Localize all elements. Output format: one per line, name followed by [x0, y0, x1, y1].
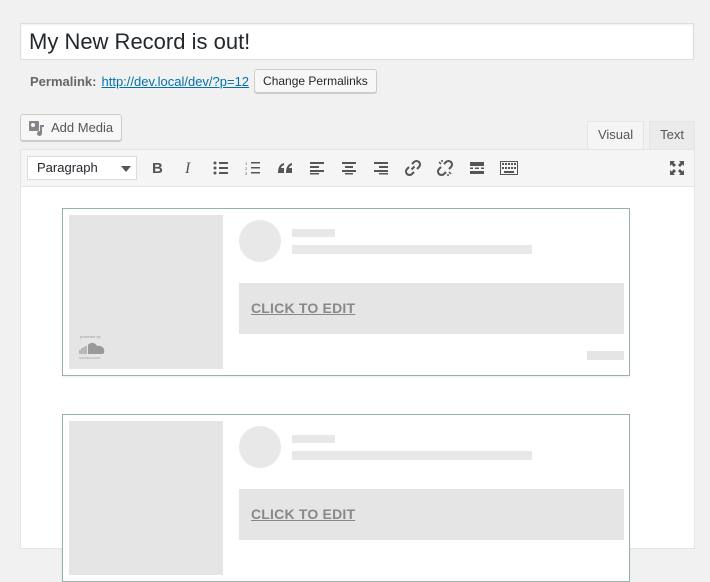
permalink-label: Permalink: [30, 73, 97, 89]
blockquote-icon[interactable] [274, 157, 296, 179]
soundcloud-embed[interactable]: powered by SOUNDCLOUD CLICK TO EDIT [62, 208, 630, 376]
powered-by-label: powered by [80, 334, 101, 339]
italic-icon[interactable]: I [178, 157, 200, 179]
editor-toolbar: Paragraph B I 123 [21, 150, 694, 187]
numbered-list-icon[interactable]: 123 [242, 157, 264, 179]
artwork-placeholder: powered by SOUNDCLOUD [69, 215, 223, 369]
soundcloud-embed[interactable]: CLICK TO EDIT [62, 414, 630, 582]
bullet-list-icon[interactable] [210, 157, 232, 179]
chevron-down-icon [121, 166, 131, 172]
align-left-icon[interactable] [306, 157, 328, 179]
waveform-placeholder: CLICK TO EDIT [239, 489, 624, 540]
format-select-value: Paragraph [37, 160, 98, 175]
bold-icon[interactable]: B [146, 157, 168, 179]
track-title-placeholder [292, 245, 532, 254]
add-media-label: Add Media [51, 120, 114, 135]
footer-placeholder [587, 351, 624, 360]
format-select[interactable]: Paragraph [27, 156, 137, 180]
svg-text:3: 3 [245, 171, 248, 175]
insert-link-icon[interactable] [402, 157, 424, 179]
click-to-edit-link[interactable]: CLICK TO EDIT [251, 506, 355, 522]
remove-link-icon[interactable] [434, 157, 456, 179]
post-title-input[interactable]: My New Record is out! [20, 23, 694, 60]
avatar-placeholder [239, 220, 281, 262]
align-right-icon[interactable] [370, 157, 392, 179]
permalink-link[interactable]: http://dev.local/dev/?p=12 [101, 74, 249, 89]
avatar-placeholder [239, 426, 281, 468]
artwork-placeholder [69, 421, 223, 575]
add-media-button[interactable]: Add Media [20, 114, 123, 141]
click-to-edit-link[interactable]: CLICK TO EDIT [251, 300, 355, 316]
editor: Paragraph B I 123 powered by SOUNDCLOUD … [20, 149, 695, 582]
track-title-placeholder [292, 451, 532, 460]
change-permalinks-button[interactable]: Change Permalinks [254, 69, 377, 93]
editor-content[interactable]: powered by SOUNDCLOUD CLICK TO EDIT CLIC… [21, 187, 694, 582]
soundcloud-logo-text: SOUNDCLOUD [79, 356, 101, 360]
read-more-icon[interactable] [466, 157, 488, 179]
waveform-placeholder: CLICK TO EDIT [239, 283, 624, 334]
align-center-icon[interactable] [338, 157, 360, 179]
permalink-row: Permalink: http://dev.local/dev/?p=12 Ch… [30, 69, 377, 93]
media-icon [29, 120, 44, 136]
username-placeholder [292, 229, 335, 237]
username-placeholder [292, 435, 335, 443]
tab-text[interactable]: Text [649, 121, 695, 149]
fullscreen-icon[interactable] [666, 157, 688, 179]
toolbar-toggle-icon[interactable] [498, 157, 520, 179]
svg-text:B: B [152, 161, 163, 175]
editor-tabs: Visual Text [582, 121, 695, 150]
tab-visual[interactable]: Visual [586, 121, 645, 150]
soundcloud-logo-icon [79, 342, 105, 354]
svg-text:I: I [184, 161, 191, 175]
